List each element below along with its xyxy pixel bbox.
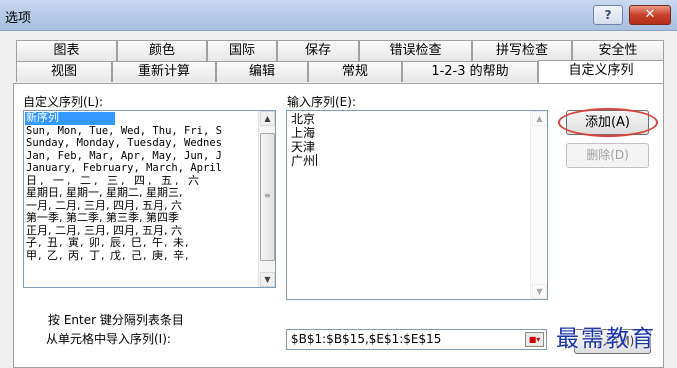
entry-line: 广州 xyxy=(291,154,316,168)
entry-line: 天津 xyxy=(291,140,316,154)
close-button[interactable]: ✕ xyxy=(629,5,671,25)
list-entries-label: 输入序列(E): xyxy=(287,95,356,109)
list-item[interactable]: Jan, Feb, Mar, Apr, May, Jun, J xyxy=(25,150,258,163)
tab-edit[interactable]: 编辑 xyxy=(216,61,308,82)
tab-calculation[interactable]: 重新计算 xyxy=(112,61,216,82)
scroll-down-icon[interactable]: ▼ xyxy=(260,272,275,287)
tab-view[interactable]: 视图 xyxy=(16,61,112,82)
list-entries-textarea[interactable]: 北京 上海 天津 广州 ▲ ▼ xyxy=(286,110,548,300)
list-item[interactable]: January, February, March, April xyxy=(25,162,258,175)
import-label: 从单元格中导入序列(I): xyxy=(46,332,171,346)
scroll-up-icon[interactable]: ▲ xyxy=(260,111,275,126)
list-item[interactable]: 第一季, 第二季, 第三季, 第四季 xyxy=(25,212,258,225)
delete-button[interactable]: 删除(D) xyxy=(566,143,649,168)
custom-lists-label: 自定义序列(L): xyxy=(23,95,104,109)
import-range-value: $B$1:$B$15,$E$1:$E$15 xyxy=(291,332,442,346)
text-caret xyxy=(316,154,318,166)
list-item[interactable]: 正月, 二月, 三月, 四月, 五月, 六 xyxy=(25,225,258,238)
textarea-scrollbar[interactable]: ▲ ▼ xyxy=(530,111,547,299)
entry-line: 北京 xyxy=(291,112,316,126)
help-button[interactable]: ? xyxy=(593,5,623,25)
listbox-scrollbar[interactable]: ▲ ≡ ▼ xyxy=(258,111,275,287)
window-title: 选项 xyxy=(5,11,32,26)
list-item[interactable]: 子, 丑, 寅, 卯, 辰, 巳, 午, 未, xyxy=(25,237,258,250)
tab-color[interactable]: 颜色 xyxy=(117,40,207,61)
list-item-new[interactable]: 新序列 xyxy=(25,112,115,125)
tab-spelling[interactable]: 拼写检查 xyxy=(472,40,572,61)
tab-custom-lists[interactable]: 自定义序列 xyxy=(538,60,664,83)
tab-save[interactable]: 保存 xyxy=(277,40,359,61)
scroll-thumb[interactable]: ≡ xyxy=(260,133,275,261)
custom-lists-listbox[interactable]: 新序列 Sun, Mon, Tue, Wed, Thu, Fri, S Sund… xyxy=(23,110,276,288)
list-item[interactable]: Sunday, Monday, Tuesday, Wednes xyxy=(25,137,258,150)
highlight-ring xyxy=(558,108,658,137)
hint-text: 按 Enter 键分隔列表条目 xyxy=(48,313,184,327)
tab-international[interactable]: 国际 xyxy=(207,40,277,61)
list-item[interactable]: 一月, 二月, 三月, 四月, 五月, 六 xyxy=(25,200,258,213)
collapse-dialog-icon[interactable]: ■▾ xyxy=(525,332,544,347)
grip-icon: ≡ xyxy=(264,191,271,200)
tab-security[interactable]: 安全性 xyxy=(572,40,664,61)
list-item[interactable]: 星期日, 星期一, 星期二, 星期三, xyxy=(25,187,258,200)
title-bar: 选项 ? ✕ xyxy=(0,0,677,31)
watermark-logo: 最需教育 xyxy=(556,326,656,352)
list-item[interactable]: 日, 一, 二, 三, 四, 五, 六 xyxy=(25,175,258,188)
tab-error-checking[interactable]: 错误检查 xyxy=(359,40,472,61)
scroll-up-icon: ▲ xyxy=(532,111,547,126)
entry-line: 上海 xyxy=(291,126,316,140)
import-range-input[interactable]: $B$1:$B$15,$E$1:$E$15 ■▾ xyxy=(286,329,547,350)
list-item[interactable]: Sun, Mon, Tue, Wed, Thu, Fri, S xyxy=(25,125,258,138)
tab-general[interactable]: 常规 xyxy=(308,61,402,82)
tab-chart[interactable]: 图表 xyxy=(16,40,117,61)
scroll-down-icon: ▼ xyxy=(532,284,547,299)
list-item[interactable]: 甲, 乙, 丙, 丁, 戊, 己, 庚, 辛, xyxy=(25,250,258,263)
tab-lotus-help[interactable]: 1-2-3 的帮助 xyxy=(402,61,538,82)
